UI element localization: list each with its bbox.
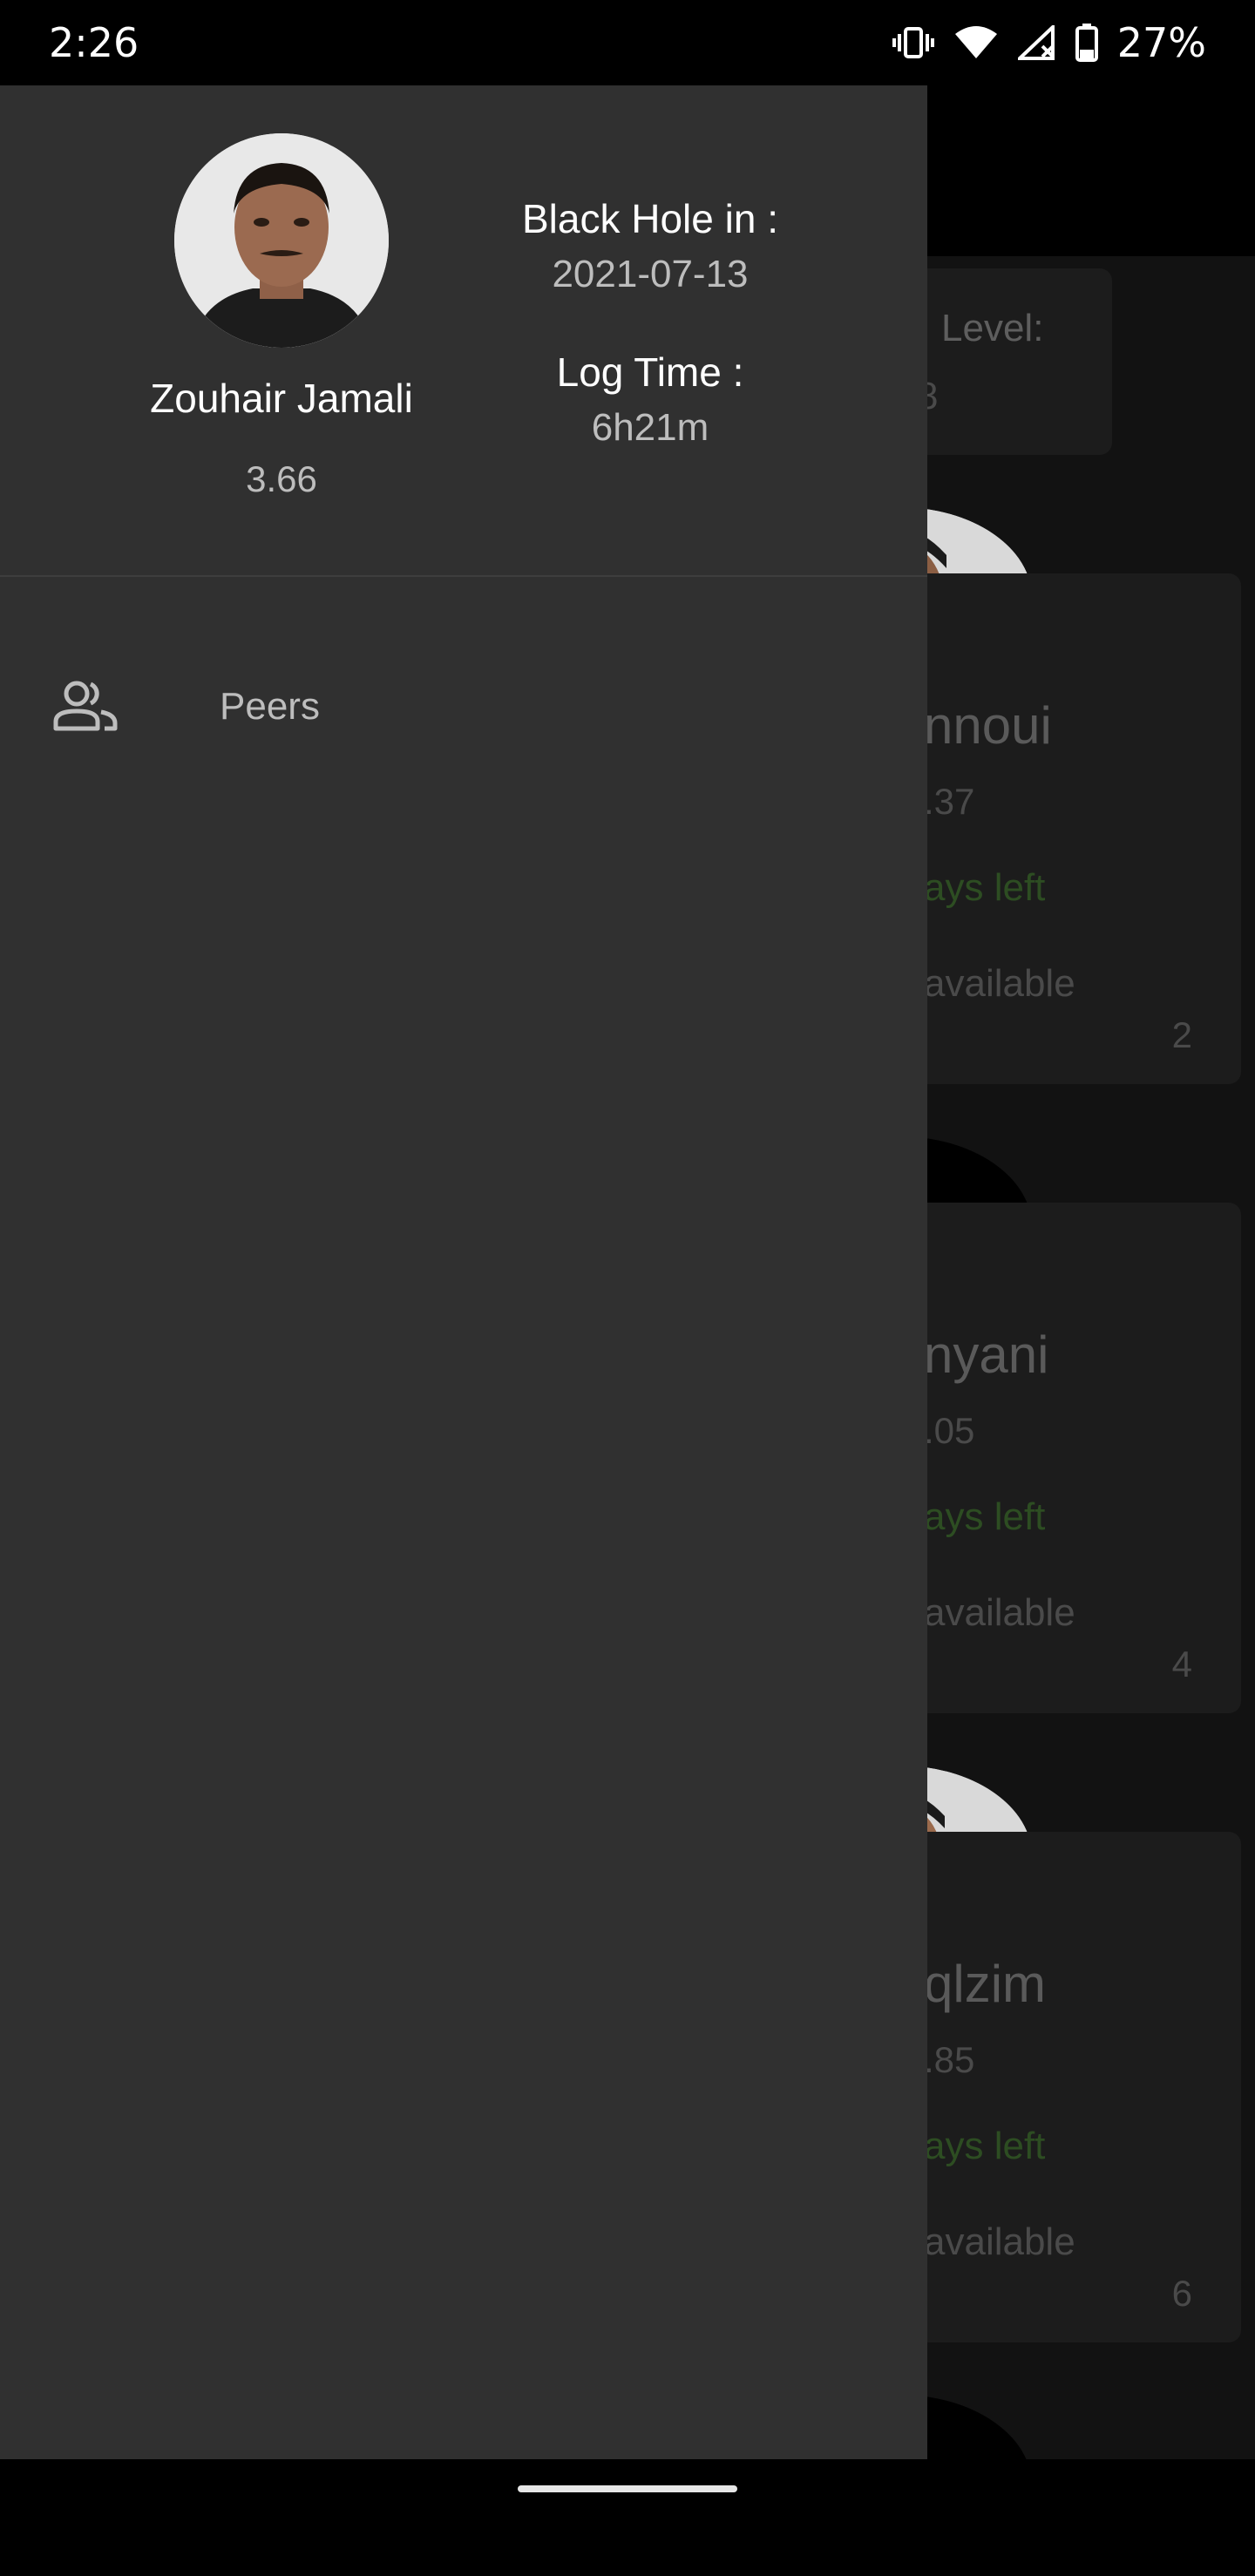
log-time-value: 6h21m [591, 406, 709, 449]
peer-availability: available [924, 1591, 1075, 1634]
log-time-label: Log Time : [556, 349, 744, 395]
peer-name: qlzim [924, 1955, 1047, 2013]
status-bar: 2:26 27% [0, 0, 1255, 85]
level-label: Level: [941, 307, 1044, 349]
menu-item-label: Peers [220, 685, 320, 728]
peer-level: 4 [1171, 1644, 1192, 1685]
menu-item-peers[interactable]: Peers [0, 654, 927, 762]
divider [0, 575, 927, 577]
status-time: 2:26 [49, 19, 139, 66]
black-hole-info: Black Hole in : 2021-07-13 [476, 195, 824, 296]
black-hole-label: Black Hole in : [521, 196, 778, 241]
battery-icon [1075, 24, 1098, 62]
peer-days-left: ays left [924, 2125, 1046, 2167]
wifi-icon [953, 25, 999, 60]
peer-gpa: .85 [924, 2039, 975, 2080]
signal-off-icon [1017, 25, 1056, 60]
peer-availability: available [924, 2220, 1075, 2263]
vibrate-icon [892, 25, 934, 60]
navigation-bar [0, 2459, 1255, 2510]
log-time-info: Log Time : 6h21m [476, 349, 824, 450]
peer-gpa: .37 [924, 781, 975, 822]
peer-name: nnoui [924, 696, 1052, 755]
people-icon [51, 673, 120, 747]
peer-availability: available [924, 962, 1075, 1005]
avatar[interactable] [174, 133, 389, 348]
battery-percent: 27% [1116, 19, 1206, 66]
black-hole-date: 2021-07-13 [552, 253, 749, 295]
home-gesture-handle[interactable] [518, 2485, 737, 2492]
peer-gpa: .05 [924, 1410, 975, 1451]
profile-gpa: 3.66 [246, 458, 317, 499]
status-icons: 27% [892, 19, 1206, 66]
navigation-drawer: Zouhair Jamali 3.66 Black Hole in : 2021… [0, 85, 927, 2459]
peer-level: 2 [1171, 1014, 1192, 1055]
peer-days-left: ays left [924, 866, 1046, 909]
peer-name: nyani [924, 1325, 1049, 1384]
peer-days-left: ays left [924, 1495, 1046, 1538]
peer-level: 6 [1171, 2273, 1192, 2314]
